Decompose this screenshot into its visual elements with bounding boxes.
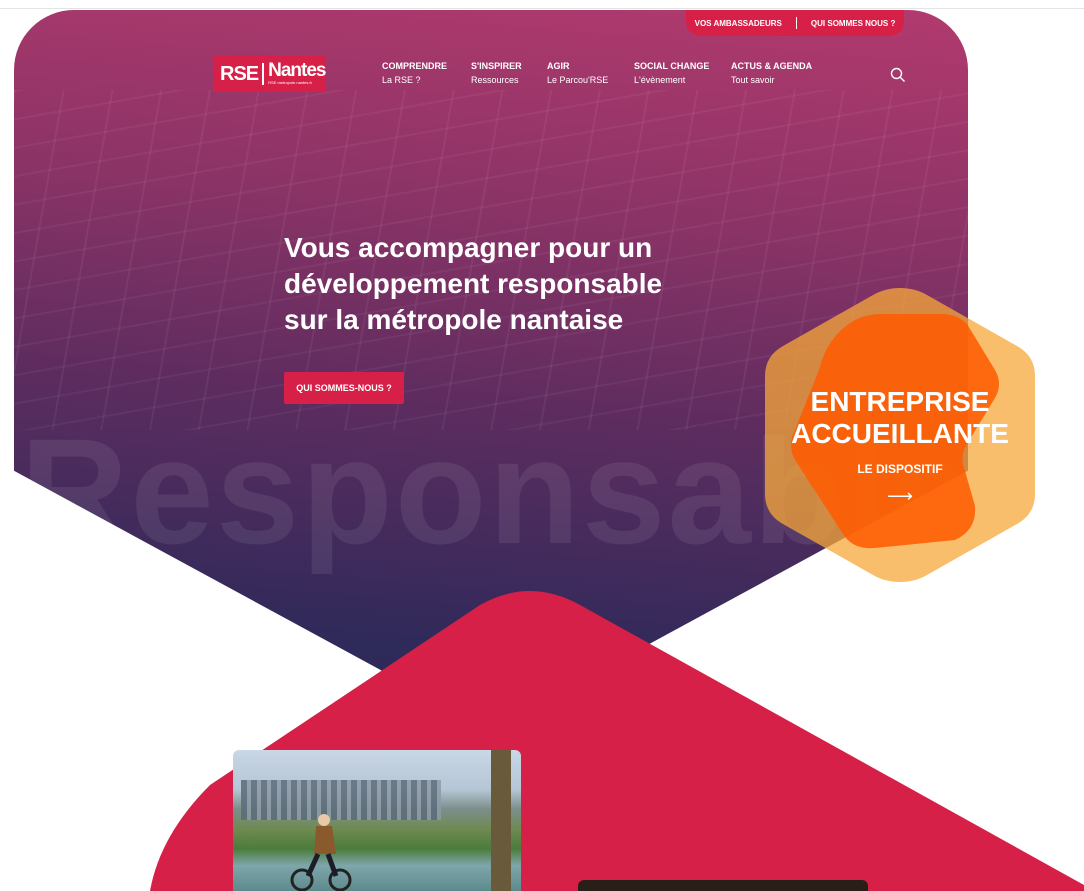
- nav-title: SOCIAL CHANGE: [634, 61, 710, 71]
- second-photo[interactable]: [578, 880, 868, 891]
- link-ambassadeurs[interactable]: VOS AMBASSADEURS: [695, 19, 782, 28]
- nav-sub: Tout savoir: [731, 75, 775, 85]
- logo-subtitle: RSE.metropole.nantes.fr: [268, 80, 312, 85]
- hero-headline-line: développement responsable: [284, 268, 663, 299]
- top-links-separator: [795, 17, 797, 29]
- nav-title: AGIR: [547, 61, 570, 71]
- hero-headline-line: sur la métropole nantaise: [284, 304, 624, 335]
- top-divider: [0, 8, 1084, 9]
- cyclist-photo[interactable]: [233, 750, 521, 891]
- nav-sub: Ressources: [471, 75, 519, 85]
- nav-item-sinspirer[interactable]: S'INSPIRER Ressources: [471, 61, 522, 85]
- nav-title: ACTUS & AGENDA: [731, 61, 813, 71]
- nav-item-actus-agenda[interactable]: ACTUS & AGENDA Tout savoir: [731, 61, 812, 85]
- site-logo[interactable]: RSE Nantes RSE.metropole.nantes.fr: [214, 56, 326, 92]
- photo-cyclist: [290, 814, 352, 891]
- logo-divider: [262, 63, 265, 85]
- nav-sub: Le Parcou'RSE: [547, 75, 609, 85]
- nav-item-social-change[interactable]: SOCIAL CHANGE L'évènement: [634, 61, 709, 85]
- badge-title-line1: ENTREPRISE: [810, 386, 990, 417]
- badge-link[interactable]: LE DISPOSITIF: [780, 462, 1020, 476]
- link-qui-sommes-nous[interactable]: QUI SOMMES NOUS ?: [811, 19, 895, 28]
- hero-headline: Vous accompagner pour un développement r…: [284, 230, 724, 338]
- qui-sommes-nous-button[interactable]: QUI SOMMES-NOUS ?: [284, 372, 404, 404]
- nav-item-agir[interactable]: AGIR Le Parcou'RSE: [547, 61, 608, 85]
- photo-tree: [491, 750, 511, 891]
- nav-item-comprendre[interactable]: COMPRENDRE La RSE ?: [382, 61, 447, 85]
- hero-headline-line: Vous accompagner pour un: [284, 232, 653, 263]
- logo-rse: RSE: [220, 62, 259, 85]
- badge-title-line2: ACCUEILLANTE: [791, 418, 1009, 449]
- logo-nantes: Nantes: [268, 60, 326, 81]
- nav-title: S'INSPIRER: [471, 61, 522, 71]
- top-links-bar: VOS AMBASSADEURS QUI SOMMES NOUS ?: [686, 10, 904, 36]
- search-icon[interactable]: [890, 67, 906, 83]
- logo-nantes-block: Nantes RSE.metropole.nantes.fr: [268, 60, 326, 86]
- arrow-right-icon[interactable]: ⟶: [780, 486, 1020, 507]
- nav-title: COMPRENDRE: [382, 61, 448, 71]
- badge-content: ENTREPRISE ACCUEILLANTE LE DISPOSITIF ⟶: [780, 386, 1020, 507]
- nav-sub: La RSE ?: [382, 75, 421, 85]
- nav-sub: L'évènement: [634, 75, 686, 85]
